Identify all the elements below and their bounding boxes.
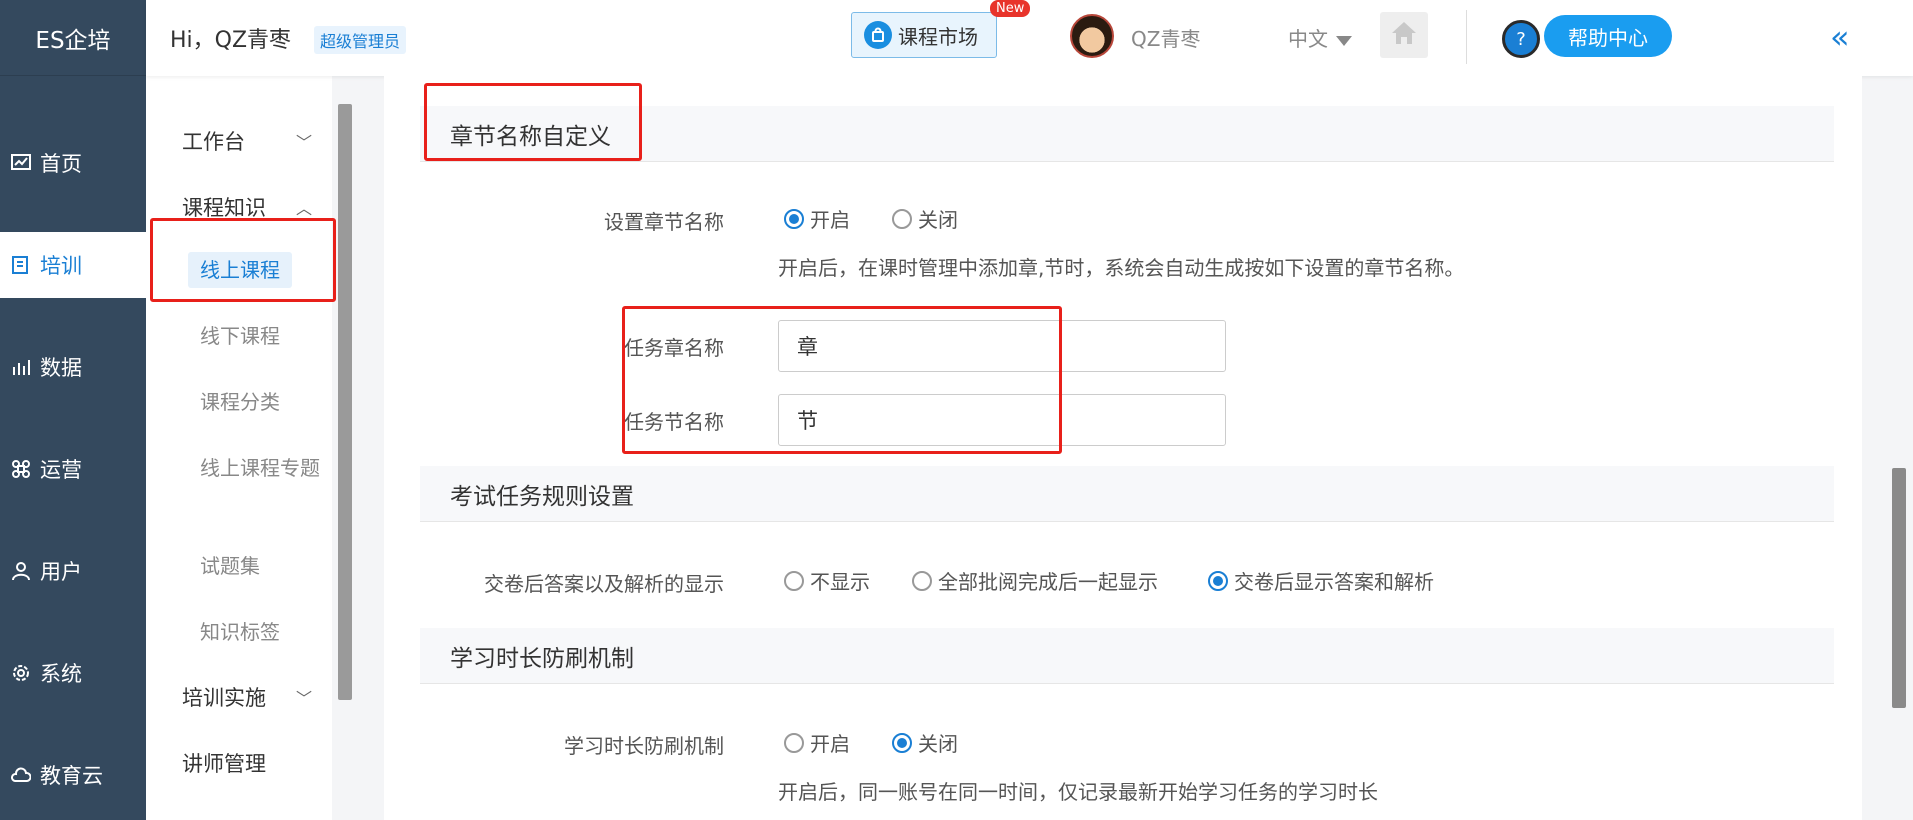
exam-option-hide-radio[interactable]: 不显示 xyxy=(784,566,870,595)
user-icon xyxy=(10,560,32,582)
radio-checked-icon xyxy=(892,732,912,753)
submenu: 工作台 ﹀ 课程知识 ︿ 线上课程 线下课程 课程分类 线上课程专题 试题集 知… xyxy=(146,76,332,820)
app-logo[interactable]: ES企培 xyxy=(0,0,146,76)
exam-option-after-review-radio[interactable]: 全部批阅完成后一起显示 xyxy=(912,566,1158,595)
main-content: 章节名称自定义 设置章节名称 开启 关闭 开启后，在课时管理中添加章,节时，系统… xyxy=(384,76,1862,820)
bar-chart-icon xyxy=(10,356,32,378)
chapter-name-on-radio[interactable]: 开启 xyxy=(784,204,850,233)
nav-item-label: 系统 xyxy=(40,662,82,686)
nav-item-edu-cloud[interactable]: 教育云 xyxy=(0,742,146,808)
exam-option-after-submit-radio[interactable]: 交卷后显示答案和解析 xyxy=(1208,566,1434,595)
chart-icon xyxy=(10,152,32,174)
help-center-button[interactable]: 帮助中心 xyxy=(1544,15,1672,57)
new-badge: New xyxy=(990,0,1031,17)
submenu-item-question-set[interactable]: 试题集 xyxy=(200,552,320,580)
header-divider xyxy=(1466,10,1467,64)
radio-label: 开启 xyxy=(810,732,850,756)
radio-checked-icon xyxy=(1208,570,1228,591)
submenu-scrollbar[interactable] xyxy=(338,104,352,700)
nav-item-label: 数据 xyxy=(40,356,82,380)
submenu-group-label: 工作台 xyxy=(182,130,245,154)
study-anti-cheat-off-radio[interactable]: 关闭 xyxy=(892,728,958,757)
course-market-label: 课程市场 xyxy=(898,24,978,49)
radio-label: 不显示 xyxy=(810,570,870,594)
study-anti-cheat-on-radio[interactable]: 开启 xyxy=(784,728,850,757)
highlight-box xyxy=(150,218,336,302)
course-market-button[interactable]: 课程市场 xyxy=(851,12,997,58)
nav-item-label: 用户 xyxy=(40,560,82,584)
radio-label: 关闭 xyxy=(918,732,958,756)
nav-item-operations[interactable]: 运营 xyxy=(0,436,146,502)
cloud-icon xyxy=(10,764,32,786)
set-chapter-name-label: 设置章节名称 xyxy=(604,210,724,234)
study-anti-cheat-label: 学习时长防刷机制 xyxy=(564,734,724,758)
avatar[interactable] xyxy=(1070,14,1114,58)
nav-item-training[interactable]: 培训 xyxy=(0,232,146,298)
chevron-down-icon: ﹀ xyxy=(295,689,312,708)
nav-item-home[interactable]: 首页 xyxy=(0,130,146,196)
highlight-box xyxy=(424,83,642,161)
section-title-study: 学习时长防刷机制 xyxy=(420,628,1834,684)
submenu-item-course-category[interactable]: 课程分类 xyxy=(200,388,320,416)
radio-checked-icon xyxy=(784,208,804,229)
collapse-icon[interactable]: « xyxy=(1830,18,1849,56)
top-header: Hi，QZ青枣 超级管理员 课程市场 New QZ青枣 中文 ? 帮助中心 « xyxy=(146,0,1913,76)
home-icon xyxy=(1390,20,1418,50)
shopping-bag-icon xyxy=(864,21,892,49)
exam-answer-display-label: 交卷后答案以及解析的显示 xyxy=(484,572,724,596)
help-question-icon[interactable]: ? xyxy=(1502,20,1540,58)
chapter-name-off-radio[interactable]: 关闭 xyxy=(892,204,958,233)
submenu-item-online-topic[interactable]: 线上课程专题 xyxy=(200,454,320,482)
nav-item-system[interactable]: 系统 xyxy=(0,640,146,706)
submenu-item-offline-course[interactable]: 线下课程 xyxy=(200,322,320,350)
submenu-group-training[interactable]: 培训实施 ﹀ xyxy=(182,682,312,712)
highlight-box xyxy=(622,306,1062,454)
chevron-up-icon: ︿ xyxy=(295,199,312,218)
radio-unchecked-icon xyxy=(912,570,932,591)
greeting: Hi，QZ青枣 xyxy=(170,28,292,53)
book-icon xyxy=(10,254,32,276)
nav-item-users[interactable]: 用户 xyxy=(0,538,146,604)
gear-icon xyxy=(10,662,32,684)
left-nav: ES企培 首页 培训 数据 运营 用户 系统 教育云 xyxy=(0,0,146,820)
nav-item-label: 运营 xyxy=(40,458,82,482)
home-button[interactable] xyxy=(1380,12,1428,58)
caret-down-icon xyxy=(1336,35,1352,46)
page-scrollbar[interactable] xyxy=(1892,468,1906,708)
username[interactable]: QZ青枣 xyxy=(1131,23,1200,52)
chevron-down-icon: ﹀ xyxy=(295,133,312,152)
radio-label: 关闭 xyxy=(918,208,958,232)
nav-item-label: 教育云 xyxy=(40,764,103,788)
chapter-hint-text: 开启后，在课时管理中添加章,节时，系统会自动生成按如下设置的章节名称。 xyxy=(778,256,1465,280)
submenu-group-label: 培训实施 xyxy=(182,686,266,710)
command-icon xyxy=(10,458,32,480)
radio-unchecked-icon xyxy=(784,570,804,591)
radio-unchecked-icon xyxy=(892,208,912,229)
submenu-item-knowledge-tags[interactable]: 知识标签 xyxy=(200,618,320,646)
section-title-exam: 考试任务规则设置 xyxy=(420,466,1834,522)
role-badge: 超级管理员 xyxy=(314,26,407,54)
language-label: 中文 xyxy=(1288,27,1328,51)
radio-label: 开启 xyxy=(810,208,850,232)
radio-label: 交卷后显示答案和解析 xyxy=(1234,570,1434,594)
nav-item-label: 首页 xyxy=(40,152,82,176)
submenu-group-label: 讲师管理 xyxy=(182,752,266,776)
radio-unchecked-icon xyxy=(784,732,804,753)
nav-item-data[interactable]: 数据 xyxy=(0,334,146,400)
radio-label: 全部批阅完成后一起显示 xyxy=(938,570,1158,594)
language-selector[interactable]: 中文 xyxy=(1288,23,1352,52)
submenu-group-lecturers[interactable]: 讲师管理 xyxy=(182,748,312,778)
nav-item-label: 培训 xyxy=(40,254,82,278)
submenu-group-workbench[interactable]: 工作台 ﹀ xyxy=(182,126,312,156)
study-hint-text: 开启后，同一账号在同一时间，仅记录最新开始学习任务的学习时长 xyxy=(778,780,1378,804)
